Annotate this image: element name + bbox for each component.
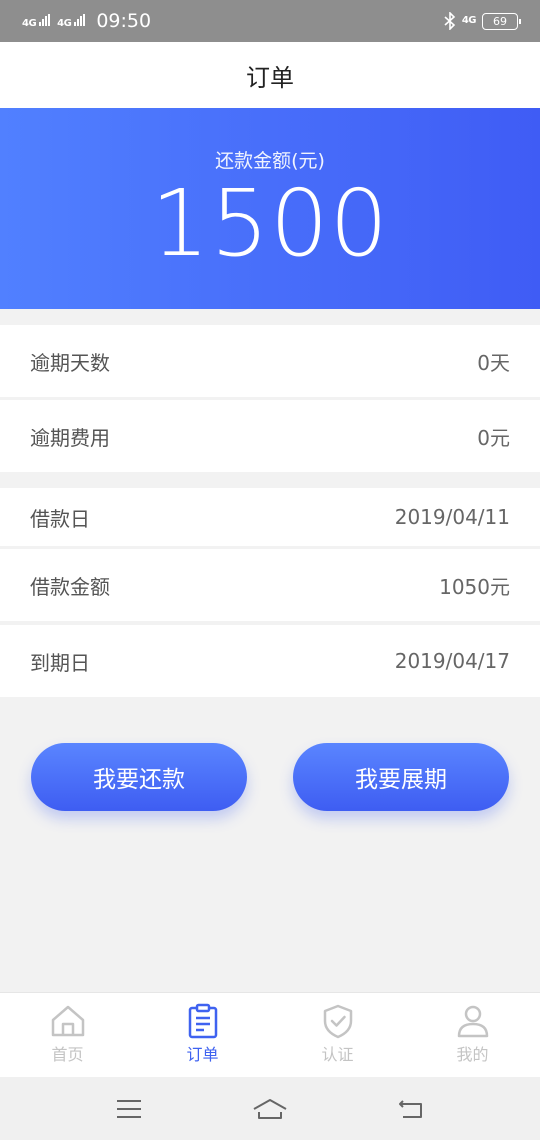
network-indicator-1: 4G	[22, 13, 51, 29]
detail-value: 2019/04/17	[394, 649, 510, 673]
repayment-banner: 还款金额(元) 1500	[0, 108, 540, 309]
tab-profile[interactable]: 我的	[405, 993, 540, 1077]
status-time: 09:50	[96, 10, 152, 32]
network-indicator-2: 4G	[57, 13, 86, 29]
detail-label: 到期日	[30, 650, 90, 675]
signal-icon	[39, 13, 51, 26]
network-label-2: 4G	[57, 17, 72, 29]
tab-label: 订单	[186, 1045, 219, 1064]
detail-label: 逾期天数	[30, 350, 110, 375]
tab-home[interactable]: 首页	[0, 993, 135, 1077]
page-title: 订单	[246, 63, 294, 92]
detail-row-due-date: 到期日 2019/04/17	[0, 625, 540, 697]
extend-button[interactable]: 我要展期	[293, 743, 509, 811]
shield-check-icon	[323, 1004, 352, 1039]
user-icon	[457, 1005, 488, 1038]
title-bar: 订单	[0, 42, 540, 108]
bluetooth-icon	[444, 12, 455, 30]
tab-label: 认证	[321, 1045, 354, 1064]
repay-button[interactable]: 我要还款	[31, 743, 247, 811]
back-icon[interactable]	[397, 1097, 425, 1121]
status-left: 4G 4G 09:50	[22, 10, 151, 32]
detail-label: 借款日	[30, 506, 90, 531]
detail-value: 1050元	[439, 574, 510, 599]
screen: 4G 4G 09:50 4G 69 订单 还款金额(元) 1500 逾期天数 0…	[0, 0, 540, 1140]
status-bar: 4G 4G 09:50 4G 69	[0, 0, 540, 42]
battery-indicator: 69	[482, 12, 521, 30]
network-label-1: 4G	[22, 17, 37, 29]
bottom-tab-bar: 首页 订单 认证 我的	[0, 992, 540, 1077]
detail-row-overdue-fee: 逾期费用 0元	[0, 400, 540, 472]
repayment-amount-value: 1500	[150, 170, 390, 277]
home-icon	[51, 1005, 84, 1037]
order-icon	[188, 1003, 217, 1039]
tab-orders[interactable]: 订单	[135, 993, 270, 1077]
status-right: 4G 69	[444, 12, 521, 30]
network-indicator-3: 4G	[461, 15, 477, 26]
signal-icon	[74, 13, 86, 26]
system-nav-bar	[0, 1077, 540, 1140]
detail-value: 2019/04/11	[394, 505, 510, 529]
home-nav-icon[interactable]	[252, 1097, 288, 1121]
tab-label: 首页	[51, 1045, 84, 1064]
battery-level: 69	[493, 14, 507, 28]
detail-row-overdue-days: 逾期天数 0天	[0, 325, 540, 397]
repayment-amount-label: 还款金额(元)	[215, 150, 325, 172]
tab-verification[interactable]: 认证	[270, 993, 405, 1077]
menu-icon[interactable]	[115, 1098, 143, 1120]
detail-label: 逾期费用	[30, 425, 110, 450]
detail-row-loan-date: 借款日 2019/04/11	[0, 488, 540, 546]
detail-value: 0天	[477, 350, 510, 375]
detail-label: 借款金额	[30, 574, 110, 599]
detail-row-loan-amount: 借款金额 1050元	[0, 549, 540, 621]
detail-value: 0元	[477, 425, 510, 450]
tab-label: 我的	[456, 1045, 489, 1064]
